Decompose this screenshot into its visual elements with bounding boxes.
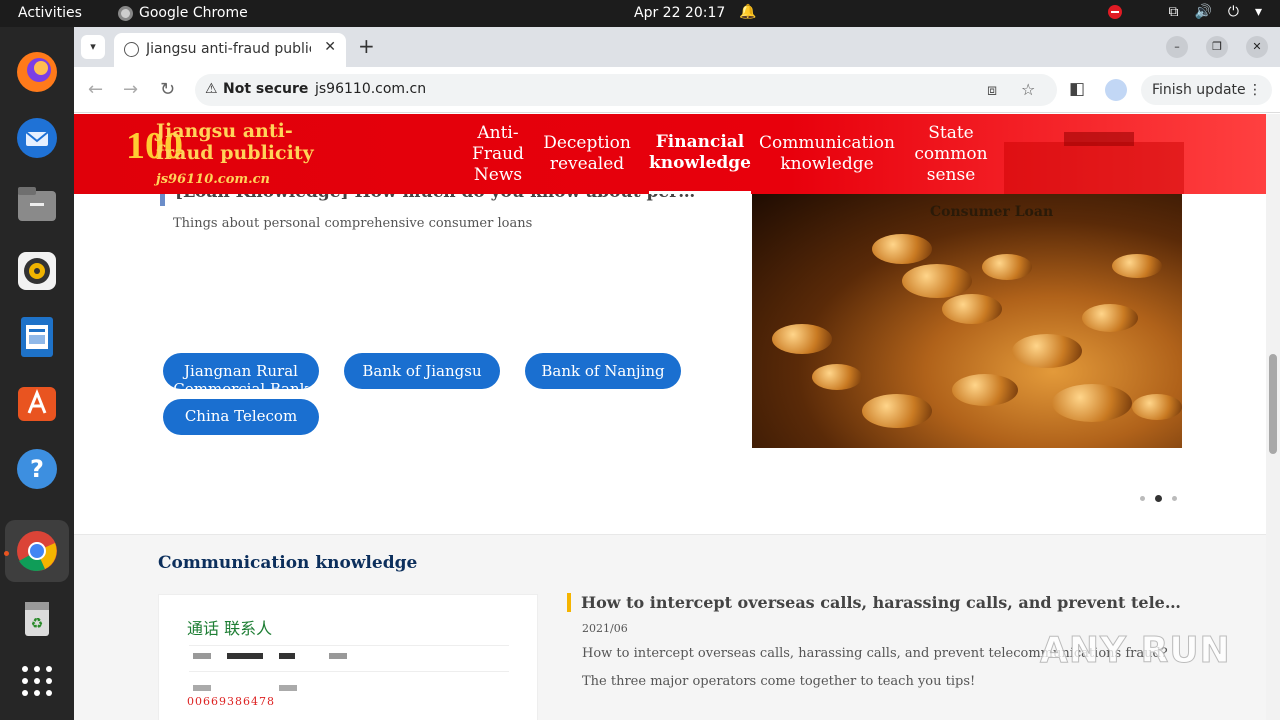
nav-anti-fraud-news[interactable]: Anti-Fraud News (464, 114, 532, 194)
close-window-button[interactable]: ✕ (1246, 36, 1268, 58)
close-tab-icon[interactable]: ✕ (324, 39, 336, 55)
tab-search-button[interactable]: ▾ (81, 35, 105, 59)
help-icon[interactable]: ? (13, 445, 61, 493)
url-text[interactable]: js96110.com.cn (315, 81, 426, 97)
notification-bell-icon: 🔔 (739, 4, 757, 20)
chrome-small-icon (118, 5, 133, 21)
carousel-caption: Consumer Loan (930, 204, 1054, 220)
finish-update-label: Finish update (1152, 82, 1246, 98)
carousel-image-coins[interactable]: Consumer Loan (752, 194, 1182, 448)
browser-toolbar: ← → ↻ ⚠ Not secure js96110.com.cn ⧈ ☆ ◧ … (74, 67, 1280, 113)
firefox-icon[interactable] (13, 48, 61, 96)
clock[interactable]: Apr 22 20:17 (634, 5, 725, 21)
system-top-bar: Activities Google Chrome Apr 22 20:17 🔔 … (0, 0, 1280, 27)
bookmark-star-icon[interactable]: ☆ (1021, 80, 1035, 99)
carousel-pagination[interactable] (1140, 495, 1177, 502)
nav-deception-revealed[interactable]: Deception revealed (543, 114, 631, 194)
anyrun-watermark: ANY RUN (1040, 630, 1231, 672)
minimize-button[interactable]: – (1166, 36, 1188, 58)
rhythmbox-icon[interactable] (13, 247, 61, 295)
do-not-disturb-icon (1108, 5, 1123, 19)
profile-avatar-icon[interactable] (1105, 79, 1127, 101)
nav-state-common-sense[interactable]: State common sense (914, 114, 988, 194)
carousel-dot-active[interactable] (1155, 495, 1162, 502)
address-bar[interactable]: ⚠ Not secure js96110.com.cn ⧈ ☆ (195, 74, 1057, 106)
chrome-window: ▾ Jiangsu anti-fraud public ✕ + – ❐ ✕ ← … (74, 27, 1280, 720)
dock: ? ♻ (0, 27, 74, 720)
bank-button-jiangsu[interactable]: Bank of Jiangsu (344, 353, 500, 389)
finish-update-button[interactable]: Finish update ⋮ (1141, 75, 1272, 105)
communication-section: Communication knowledge 通话 联系人 006693864… (74, 534, 1266, 720)
nav-communication-knowledge[interactable]: Communication knowledge (759, 114, 895, 194)
files-icon[interactable] (13, 181, 61, 229)
section-heading: Communication knowledge (158, 553, 418, 573)
trash-icon[interactable]: ♻ (13, 594, 61, 642)
loan-article-description: Things about personal comprehensive cons… (173, 216, 533, 231)
show-apps-icon[interactable] (13, 657, 61, 705)
page-scrollbar[interactable] (1266, 114, 1280, 720)
new-tab-button[interactable]: + (358, 34, 375, 58)
globe-icon (124, 42, 139, 57)
site-name[interactable]: Jiangsu anti-fraud publicity (156, 120, 346, 164)
site-header: 100 Jiangsu anti-fraud publicity js96110… (74, 114, 1266, 194)
app-menu[interactable]: Google Chrome (118, 5, 248, 21)
maximize-button[interactable]: ❐ (1206, 36, 1228, 58)
thumbnail-phone-number: 00669386478 (187, 695, 275, 708)
back-arrow-icon[interactable]: ← (88, 79, 103, 100)
svg-text:?: ? (30, 455, 44, 483)
translate-icon[interactable]: ⧈ (987, 80, 997, 100)
scrollbar-thumb[interactable] (1269, 354, 1277, 454)
bank-button-nanjing[interactable]: Bank of Nanjing (525, 353, 681, 389)
web-page: 100 Jiangsu anti-fraud publicity js96110… (74, 114, 1266, 720)
forward-arrow-icon[interactable]: → (123, 79, 138, 100)
thumbnail-text-tabs: 通话 联系人 (187, 619, 273, 638)
volume-icon: 🔊 (1194, 4, 1212, 20)
carousel-dot[interactable] (1172, 496, 1177, 501)
side-panel-icon[interactable]: ◧ (1069, 79, 1085, 99)
running-indicator (4, 551, 9, 556)
article-date: 2021/06 (582, 622, 628, 635)
tab-active[interactable]: Jiangsu anti-fraud public ✕ (114, 33, 346, 67)
activities-button[interactable]: Activities (18, 5, 82, 21)
tiananmen-graphic (1004, 132, 1184, 194)
more-menu-icon: ⋮ (1248, 82, 1262, 98)
security-chip[interactable]: Not secure (223, 81, 308, 97)
bank-button-jiangnan[interactable]: Jiangnan Rural Commercial Bank (163, 353, 319, 389)
power-icon: ⏻ (1227, 4, 1239, 20)
article-thumbnail[interactable]: 通话 联系人 00669386478 (158, 594, 538, 720)
bank-button-label: Jiangnan Rural Commercial Bank (173, 362, 309, 389)
carousel-dot[interactable] (1140, 496, 1145, 501)
chrome-icon[interactable] (13, 527, 61, 575)
app-menu-label: Google Chrome (139, 5, 248, 21)
tray-arrow-icon: ▾ (1254, 4, 1262, 20)
warning-icon: ⚠ (205, 81, 218, 97)
nav-financial-knowledge[interactable]: Financial knowledge (649, 114, 751, 194)
svg-text:♻: ♻ (31, 616, 44, 632)
thunderbird-icon[interactable] (13, 114, 61, 162)
app-center-icon[interactable] (13, 379, 61, 427)
tab-title: Jiangsu anti-fraud public (146, 41, 311, 57)
libreoffice-writer-icon[interactable] (13, 313, 61, 361)
article-title[interactable]: How to intercept overseas calls, harassi… (567, 593, 1187, 612)
reload-icon[interactable]: ↻ (160, 79, 175, 100)
system-tray[interactable]: ⧉ 🔊 ⏻ ▾ (1108, 4, 1262, 20)
tab-strip: ▾ Jiangsu anti-fraud public ✕ + – ❐ ✕ (74, 27, 1280, 67)
network-icon: ⧉ (1168, 4, 1179, 20)
site-domain: js96110.com.cn (156, 172, 271, 187)
bank-button-china-telecom[interactable]: China Telecom (163, 399, 319, 435)
